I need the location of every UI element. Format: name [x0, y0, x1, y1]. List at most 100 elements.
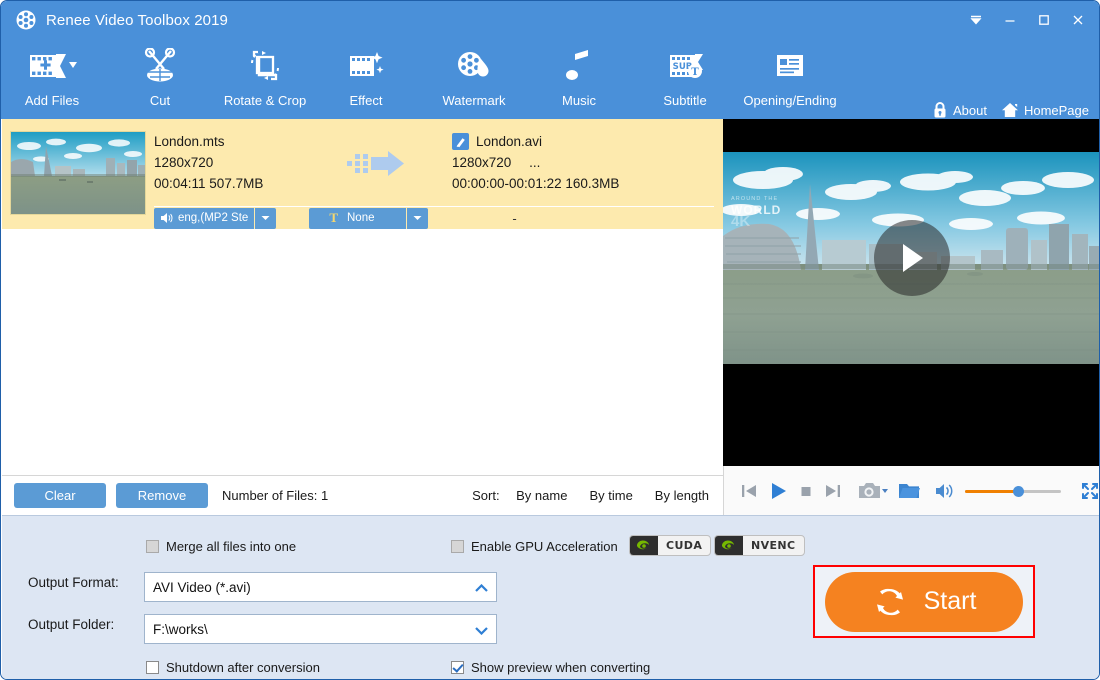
app-logo: Renee Video Toolbox 2019 — [15, 9, 228, 31]
show-preview-checkbox[interactable]: Show preview when converting — [451, 660, 650, 675]
output-folder-caret[interactable] — [475, 615, 488, 645]
minimize-icon — [1003, 13, 1017, 27]
output-format-value: AVI Video (*.avi) — [153, 580, 251, 595]
shutdown-checkbox[interactable]: Shutdown after conversion — [146, 660, 320, 675]
audio-track-caret[interactable] — [255, 208, 276, 229]
start-label: Start — [924, 587, 977, 616]
close-icon — [1071, 13, 1085, 27]
start-button[interactable]: Start — [825, 572, 1023, 632]
speaker-icon — [935, 482, 955, 500]
subtitle-track-select[interactable]: T None — [309, 208, 428, 229]
cuda-label: CUDA — [658, 539, 710, 552]
output-folder-label: Output Folder: — [28, 617, 114, 632]
open-snapshot-folder-button[interactable] — [898, 481, 920, 500]
add-files-icon — [26, 45, 78, 87]
tool-label: Music — [562, 93, 596, 108]
tool-rotate-crop[interactable]: Rotate & Crop — [210, 45, 320, 108]
gpu-acceleration-checkbox[interactable]: Enable GPU Acceleration — [451, 539, 618, 554]
tool-add-files[interactable]: Add Files — [0, 45, 107, 108]
file-list[interactable]: London.mts 1280x720 00:04:11 507.7MB — [2, 119, 723, 475]
tool-cut[interactable]: Cut — [105, 45, 215, 108]
file-count-label: Number of Files: 1 — [222, 488, 328, 503]
previous-frame-button[interactable] — [740, 482, 758, 500]
sort-controls: Sort: By name By time By length — [516, 488, 709, 503]
maximize-button[interactable] — [1027, 5, 1061, 35]
nvenc-badge[interactable]: NVENC — [714, 535, 805, 556]
tool-watermark[interactable]: Watermark — [419, 45, 529, 108]
volume-icon[interactable] — [935, 482, 955, 500]
play-overlay-button[interactable] — [874, 220, 950, 296]
convert-refresh-icon — [872, 584, 908, 620]
tool-music[interactable]: Music — [524, 45, 634, 108]
cuda-badge[interactable]: CUDA — [629, 535, 711, 556]
source-filename: London.mts — [154, 131, 263, 152]
subtitle-track-caret[interactable] — [407, 208, 428, 229]
app-window: Renee Video Toolbox 2019 — [0, 0, 1100, 680]
video-frame: AROUND THE WORLD 4K — [723, 152, 1100, 364]
play-button[interactable] — [768, 481, 788, 501]
volume-knob[interactable] — [1013, 486, 1024, 497]
lock-icon — [932, 101, 948, 119]
clear-button[interactable]: Clear — [14, 483, 106, 508]
output-folder-input[interactable]: F:\works\ — [144, 614, 497, 644]
audio-track-select[interactable]: eng,(MP2 Ste — [154, 208, 276, 229]
output-folder-value: F:\works\ — [153, 622, 208, 637]
merge-files-checkbox[interactable]: Merge all files into one — [146, 539, 296, 554]
about-label: About — [953, 103, 987, 118]
homepage-label: HomePage — [1024, 103, 1089, 118]
music-icon — [564, 45, 594, 87]
stop-icon — [798, 483, 814, 499]
volume-slider[interactable] — [965, 484, 1058, 498]
start-button-highlight: Start — [813, 565, 1035, 638]
subtitle-icon: SUB T — [665, 45, 705, 87]
homepage-link[interactable]: HomePage — [1001, 101, 1089, 119]
output-format-caret[interactable] — [475, 573, 488, 603]
convert-arrow-icon — [347, 151, 413, 190]
main-toolbar: Add Files Cut — [1, 39, 1100, 119]
player-controls-bar — [723, 466, 1100, 515]
sort-by-name[interactable]: By name — [516, 488, 567, 503]
remove-button[interactable]: Remove — [116, 483, 208, 508]
row-track-controls: eng,(MP2 Ste T None — [2, 207, 723, 229]
opening-ending-icon — [772, 45, 808, 87]
table-row[interactable]: London.mts 1280x720 00:04:11 507.7MB — [2, 119, 723, 229]
tool-opening-ending[interactable]: Opening/Ending — [735, 45, 845, 108]
watermark-icon — [455, 45, 493, 87]
app-title: Renee Video Toolbox 2019 — [46, 12, 228, 29]
film-reel-icon — [15, 9, 37, 31]
dropdown-menu-button[interactable] — [959, 5, 993, 35]
volume-track-filled — [965, 490, 1019, 493]
watermark-line-3: 4K — [731, 214, 781, 229]
tool-subtitle[interactable]: SUB T Subtitle — [630, 45, 740, 108]
chevron-down-icon — [969, 13, 983, 27]
checkbox-box — [451, 540, 464, 553]
sort-label: Sort: — [472, 488, 499, 503]
tool-label: Rotate & Crop — [224, 93, 306, 108]
chevron-down-icon — [261, 215, 270, 221]
sort-by-time[interactable]: By time — [589, 488, 632, 503]
target-ellipsis[interactable]: ... — [529, 155, 540, 170]
nvenc-label: NVENC — [743, 539, 804, 552]
source-thumbnail — [10, 131, 146, 215]
about-link[interactable]: About — [932, 101, 987, 119]
video-preview[interactable]: AROUND THE WORLD 4K — [723, 119, 1100, 466]
subtitle-track-value: None — [347, 212, 375, 224]
close-button[interactable] — [1061, 5, 1095, 35]
nvidia-logo-icon — [715, 536, 743, 555]
output-format-select[interactable]: AVI Video (*.avi) — [144, 572, 497, 602]
tool-label: Effect — [349, 93, 382, 108]
edit-icon[interactable] — [452, 133, 469, 150]
stop-button[interactable] — [798, 483, 814, 499]
snapshot-button[interactable] — [858, 481, 888, 501]
minimize-button[interactable] — [993, 5, 1027, 35]
speaker-icon — [160, 212, 173, 224]
title-bar: Renee Video Toolbox 2019 — [1, 1, 1100, 39]
tool-label: Subtitle — [663, 93, 706, 108]
tool-effect[interactable]: Effect — [311, 45, 421, 108]
folder-icon — [898, 481, 920, 500]
skip-previous-icon — [740, 482, 758, 500]
sort-by-length[interactable]: By length — [655, 488, 709, 503]
next-frame-button[interactable] — [824, 482, 842, 500]
file-list-footer: Clear Remove Number of Files: 1 Sort: By… — [2, 475, 723, 515]
fullscreen-button[interactable] — [1080, 481, 1100, 501]
